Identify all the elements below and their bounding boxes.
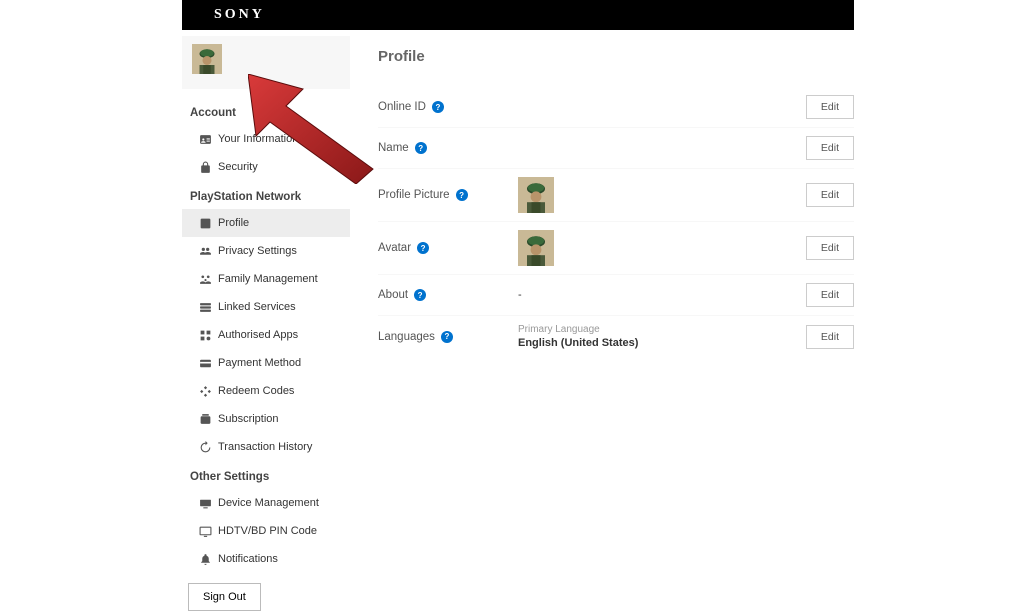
- sidebar-item-device-management[interactable]: Device Management: [182, 489, 350, 517]
- help-icon[interactable]: ?: [441, 331, 453, 343]
- edit-button-languages[interactable]: Edit: [806, 325, 854, 349]
- sidebar-item-label: HDTV/BD PIN Code: [218, 525, 317, 537]
- section-title-psn: PlayStation Network: [182, 181, 350, 209]
- page-title: Profile: [378, 48, 854, 65]
- link-icon: [198, 300, 212, 314]
- row-languages: Languages ? Primary Language English (Un…: [378, 316, 854, 357]
- sidebar-item-redeem-codes[interactable]: Redeem Codes: [182, 377, 350, 405]
- card-icon: [198, 356, 212, 370]
- sidebar-item-label: Profile: [218, 217, 249, 229]
- family-icon: [198, 272, 212, 286]
- row-value: -: [518, 289, 806, 301]
- subscription-icon: [198, 412, 212, 426]
- top-header: SONY: [182, 0, 854, 30]
- sidebar-item-notifications[interactable]: Notifications: [182, 545, 350, 573]
- sidebar-item-label: Payment Method: [218, 357, 301, 369]
- sidebar-item-transaction-history[interactable]: Transaction History: [182, 433, 350, 461]
- row-value: Primary Language English (United States): [518, 324, 806, 349]
- row-about: About ? - Edit: [378, 275, 854, 316]
- edit-button-about[interactable]: Edit: [806, 283, 854, 307]
- row-label: About: [378, 289, 408, 301]
- help-icon[interactable]: ?: [414, 289, 426, 301]
- help-icon[interactable]: ?: [456, 189, 468, 201]
- help-icon[interactable]: ?: [415, 142, 427, 154]
- user-avatar-icon: [192, 44, 222, 74]
- edit-button-profile-picture[interactable]: Edit: [806, 183, 854, 207]
- sidebar-item-subscription[interactable]: Subscription: [182, 405, 350, 433]
- profile-picture-thumb: [518, 177, 554, 213]
- row-label: Avatar: [378, 242, 411, 254]
- section-title-other: Other Settings: [182, 461, 350, 489]
- sidebar-item-label: Device Management: [218, 497, 319, 509]
- help-icon[interactable]: ?: [432, 101, 444, 113]
- section-title-account: Account: [182, 97, 350, 125]
- sidebar-item-privacy-settings[interactable]: Privacy Settings: [182, 237, 350, 265]
- language-value: English (United States): [518, 337, 806, 349]
- bell-icon: [198, 552, 212, 566]
- sidebar-item-label: Privacy Settings: [218, 245, 297, 257]
- sidebar-item-label: Transaction History: [218, 441, 312, 453]
- sidebar-item-label: Linked Services: [218, 301, 296, 313]
- sidebar-avatar-box: [182, 36, 350, 89]
- badge-icon: [198, 132, 212, 146]
- sidebar-item-label: Family Management: [218, 273, 318, 285]
- row-value: [518, 177, 806, 213]
- sidebar-item-profile[interactable]: Profile: [182, 209, 350, 237]
- device-icon: [198, 496, 212, 510]
- row-label: Languages: [378, 331, 435, 343]
- sidebar-item-label: Security: [218, 161, 258, 173]
- sidebar-item-hdtv-pin[interactable]: HDTV/BD PIN Code: [182, 517, 350, 545]
- row-avatar: Avatar ? Edit: [378, 222, 854, 275]
- tv-icon: [198, 524, 212, 538]
- sidebar-item-security[interactable]: Security: [182, 153, 350, 181]
- sidebar-item-label: Subscription: [218, 413, 279, 425]
- row-name: Name ? Edit: [378, 128, 854, 169]
- avatar-thumb: [518, 230, 554, 266]
- sidebar-item-your-information[interactable]: Your Information: [182, 125, 350, 153]
- privacy-icon: [198, 244, 212, 258]
- profile-icon: [198, 216, 212, 230]
- sidebar-item-payment-method[interactable]: Payment Method: [182, 349, 350, 377]
- language-sublabel: Primary Language: [518, 324, 806, 335]
- row-value: [518, 230, 806, 266]
- row-label: Profile Picture: [378, 189, 450, 201]
- edit-button-name[interactable]: Edit: [806, 136, 854, 160]
- sidebar-item-label: Redeem Codes: [218, 385, 294, 397]
- row-label: Online ID: [378, 101, 426, 113]
- row-profile-picture: Profile Picture ? Edit: [378, 169, 854, 222]
- sign-out-button[interactable]: Sign Out: [188, 583, 261, 611]
- sidebar-item-label: Notifications: [218, 553, 278, 565]
- history-icon: [198, 440, 212, 454]
- sidebar-item-linked-services[interactable]: Linked Services: [182, 293, 350, 321]
- lock-icon: [198, 160, 212, 174]
- redeem-icon: [198, 384, 212, 398]
- row-online-id: Online ID ? Edit: [378, 87, 854, 128]
- row-label: Name: [378, 142, 409, 154]
- sidebar-item-label: Your Information: [218, 133, 298, 145]
- edit-button-online-id[interactable]: Edit: [806, 95, 854, 119]
- help-icon[interactable]: ?: [417, 242, 429, 254]
- sidebar-item-label: Authorised Apps: [218, 329, 298, 341]
- sidebar-item-authorised-apps[interactable]: Authorised Apps: [182, 321, 350, 349]
- edit-button-avatar[interactable]: Edit: [806, 236, 854, 260]
- brand-logo: SONY: [214, 7, 265, 23]
- apps-icon: [198, 328, 212, 342]
- main-content: Profile Online ID ? Edit Name ? Edit: [350, 36, 854, 611]
- sidebar-item-family-management[interactable]: Family Management: [182, 265, 350, 293]
- sidebar: Account Your Information Security PlaySt…: [182, 36, 350, 611]
